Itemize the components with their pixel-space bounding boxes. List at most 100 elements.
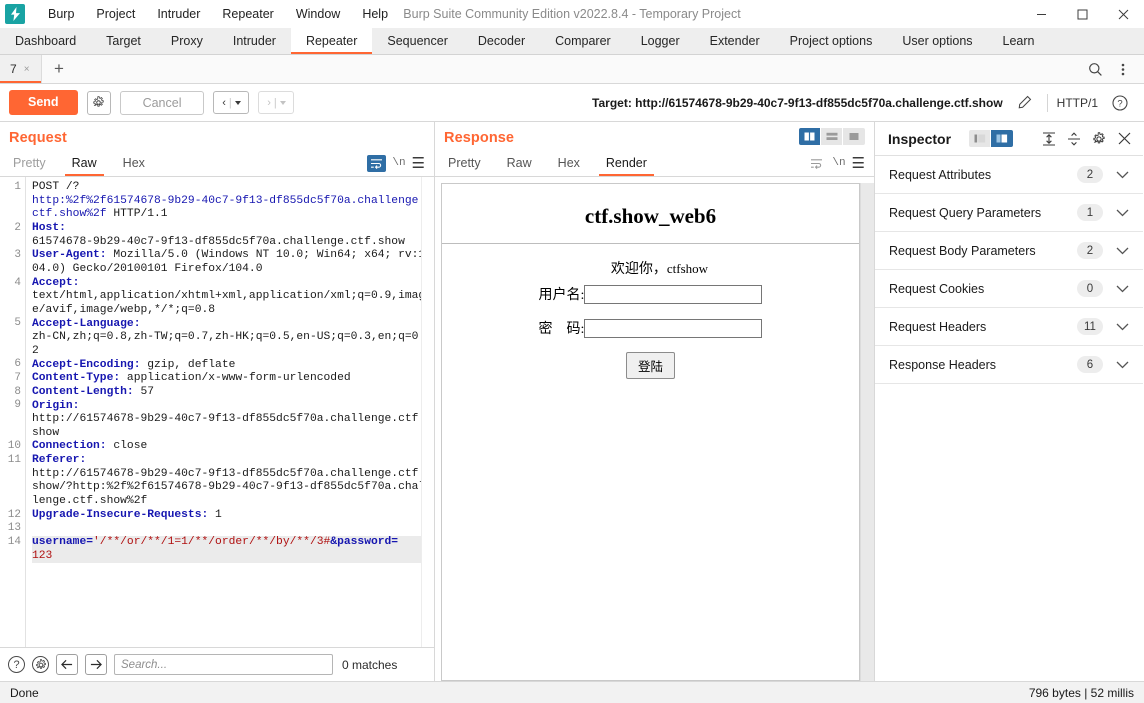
inspector-section-request-body-parameters[interactable]: Request Body Parameters 2 bbox=[875, 232, 1143, 270]
request-editor[interactable]: 1 2 3 4 5 6 7 8 9 10 11 12 13 14 POST /? http:%2f%2f6… bbox=[0, 177, 434, 647]
inspector-section-response-headers[interactable]: Response Headers 6 bbox=[875, 346, 1143, 384]
request-token: POST /? bbox=[32, 181, 80, 193]
repeater-tab-7[interactable]: 7 × bbox=[0, 55, 42, 83]
request-format-tabs: Pretty Raw Hex \n ☰ bbox=[0, 150, 434, 177]
close-button[interactable] bbox=[1103, 0, 1144, 28]
search-previous-button[interactable] bbox=[56, 654, 78, 675]
request-scrollbar[interactable] bbox=[421, 177, 434, 647]
inspector-header: Inspector bbox=[875, 122, 1143, 156]
repeater-toolbar-icons bbox=[1082, 55, 1144, 83]
response-pane-header: Response bbox=[435, 122, 874, 150]
inspector-section-request-headers[interactable]: Request Headers 11 bbox=[875, 308, 1143, 346]
request-line: Accept-Encoding: gzip, deflate bbox=[32, 359, 428, 373]
request-tab-raw[interactable]: Raw bbox=[59, 150, 110, 176]
edit-pencil-icon[interactable] bbox=[1012, 90, 1038, 116]
response-scrollbar-thumb[interactable] bbox=[862, 183, 873, 393]
chevron-down-icon[interactable] bbox=[1111, 323, 1133, 331]
tab-proxy[interactable]: Proxy bbox=[156, 28, 218, 54]
tab-extender[interactable]: Extender bbox=[695, 28, 775, 54]
minimize-button[interactable] bbox=[1021, 0, 1062, 28]
show-newlines-icon[interactable]: \n bbox=[832, 157, 845, 169]
layout-single-button[interactable] bbox=[843, 128, 865, 145]
divider: | bbox=[273, 96, 277, 109]
tab-target[interactable]: Target bbox=[91, 28, 156, 54]
overflow-menu-icon[interactable] bbox=[1110, 56, 1136, 82]
request-menu-icon[interactable]: ☰ bbox=[412, 156, 425, 171]
tab-dashboard[interactable]: Dashboard bbox=[0, 28, 91, 54]
word-wrap-icon[interactable] bbox=[367, 154, 387, 172]
tab-sequencer[interactable]: Sequencer bbox=[372, 28, 462, 54]
line-number: 11 bbox=[7, 453, 21, 466]
response-tab-pretty[interactable]: Pretty bbox=[435, 150, 494, 176]
menu-project[interactable]: Project bbox=[85, 3, 146, 25]
password-input[interactable] bbox=[584, 318, 763, 338]
request-tab-hex[interactable]: Hex bbox=[110, 150, 158, 176]
layout-stacked-button[interactable] bbox=[821, 128, 843, 145]
inspector-layout-left-button[interactable] bbox=[969, 130, 992, 147]
menu-burp[interactable]: Burp bbox=[37, 3, 85, 25]
submit-row: 登陆 bbox=[442, 352, 859, 379]
tab-comparer[interactable]: Comparer bbox=[540, 28, 626, 54]
inspector-layout-right-button[interactable] bbox=[991, 130, 1014, 147]
menu-window[interactable]: Window bbox=[285, 3, 351, 25]
help-icon[interactable]: ? bbox=[8, 656, 25, 673]
request-line: Content-Type: application/x-www-form-url… bbox=[32, 372, 428, 386]
menu-repeater[interactable]: Repeater bbox=[211, 3, 284, 25]
inspector-section-request-cookies[interactable]: Request Cookies 0 bbox=[875, 270, 1143, 308]
send-button[interactable]: Send bbox=[9, 90, 78, 115]
menu-intruder[interactable]: Intruder bbox=[146, 3, 211, 25]
http-version-label[interactable]: HTTP/1 bbox=[1057, 96, 1098, 110]
response-menu-icon[interactable]: ☰ bbox=[852, 156, 865, 171]
search-input[interactable] bbox=[114, 654, 333, 675]
tab-repeater[interactable]: Repeater bbox=[290, 28, 373, 54]
login-submit-button[interactable]: 登陆 bbox=[625, 352, 675, 379]
show-newlines-icon[interactable]: \n bbox=[392, 157, 405, 169]
tab-intruder[interactable]: Intruder bbox=[218, 28, 291, 54]
inspector-settings-gear-icon[interactable] bbox=[1088, 128, 1110, 150]
expand-all-icon[interactable] bbox=[1038, 128, 1060, 150]
response-scrollbar[interactable] bbox=[860, 183, 874, 681]
chevron-down-icon[interactable] bbox=[1111, 361, 1133, 369]
add-tab-button[interactable]: + bbox=[42, 55, 76, 83]
chevron-down-icon[interactable] bbox=[1111, 209, 1133, 217]
tab-decoder[interactable]: Decoder bbox=[463, 28, 540, 54]
response-tab-raw[interactable]: Raw bbox=[494, 150, 545, 176]
search-next-button[interactable] bbox=[85, 654, 107, 675]
menu-help[interactable]: Help bbox=[351, 3, 399, 25]
inspector-sections: Request Attributes 2 Request Query Paramet… bbox=[875, 156, 1143, 384]
tab-logger[interactable]: Logger bbox=[626, 28, 695, 54]
inspector-close-icon[interactable] bbox=[1113, 128, 1135, 150]
request-token: close bbox=[106, 440, 148, 453]
inspector-section-count: 6 bbox=[1077, 356, 1103, 373]
request-tab-pretty[interactable]: Pretty bbox=[0, 150, 59, 176]
settings-gear-icon[interactable] bbox=[32, 656, 49, 673]
close-icon[interactable]: × bbox=[24, 64, 30, 75]
collapse-all-icon[interactable] bbox=[1063, 128, 1085, 150]
request-line: Upgrade-Insecure-Requests: 1 bbox=[32, 509, 428, 523]
response-tab-render[interactable]: Render bbox=[593, 150, 660, 176]
maximize-button[interactable] bbox=[1062, 0, 1103, 28]
search-icon[interactable] bbox=[1082, 56, 1108, 82]
tab-user-options[interactable]: User options bbox=[887, 28, 987, 54]
username-input[interactable] bbox=[584, 284, 763, 304]
send-settings-gear-icon[interactable] bbox=[86, 90, 111, 115]
chevron-down-icon[interactable] bbox=[1111, 285, 1133, 293]
burp-logo-icon bbox=[5, 4, 25, 24]
request-line: Content-Length: 57 bbox=[32, 386, 428, 400]
layout-side-by-side-button[interactable] bbox=[799, 128, 821, 145]
layout-toggle-group bbox=[799, 128, 865, 145]
tab-learn[interactable]: Learn bbox=[988, 28, 1050, 54]
back-history-button[interactable]: ‹ | bbox=[213, 91, 250, 114]
request-raw-text[interactable]: POST /? http:%2f%2f61574678-9b29-40c7-9f… bbox=[26, 177, 434, 647]
chevron-down-icon[interactable] bbox=[1111, 247, 1133, 255]
inspector-section-request-query-parameters[interactable]: Request Query Parameters 1 bbox=[875, 194, 1143, 232]
response-tab-hex[interactable]: Hex bbox=[545, 150, 593, 176]
forward-history-button[interactable]: › | bbox=[258, 91, 295, 114]
cancel-button[interactable]: Cancel bbox=[119, 90, 205, 115]
help-icon[interactable]: ? bbox=[1107, 90, 1133, 116]
inspector-section-request-attributes[interactable]: Request Attributes 2 bbox=[875, 156, 1143, 194]
request-pane-header: Request bbox=[0, 122, 434, 150]
tab-project-options[interactable]: Project options bbox=[775, 28, 888, 54]
word-wrap-icon[interactable] bbox=[807, 155, 826, 172]
chevron-down-icon[interactable] bbox=[1111, 171, 1133, 179]
